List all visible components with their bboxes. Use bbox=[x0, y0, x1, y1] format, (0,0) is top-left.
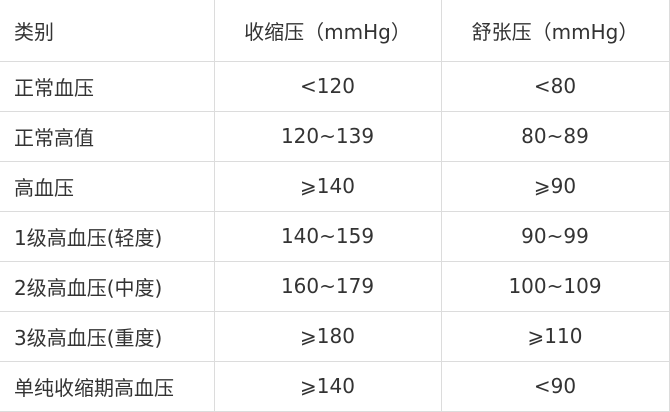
table-row: 正常高值 120~139 80~89 bbox=[0, 110, 670, 162]
systolic-cell: 160~179 bbox=[213, 260, 442, 312]
table-row: 3级高血压(重度) ⩾180 ⩾110 bbox=[0, 310, 670, 362]
header-category: 类别 bbox=[0, 0, 215, 62]
category-cell: 单纯收缩期高血压 bbox=[0, 360, 215, 412]
table-row: 单纯收缩期高血压 ⩾140 <90 bbox=[0, 360, 670, 412]
table-row: 2级高血压(中度) 160~179 100~109 bbox=[0, 260, 670, 312]
diastolic-cell: 100~109 bbox=[440, 260, 670, 312]
category-cell: 2级高血压(中度) bbox=[0, 260, 215, 312]
category-cell: 正常高值 bbox=[0, 110, 215, 162]
systolic-cell: ⩾140 bbox=[213, 160, 442, 212]
header-systolic: 收缩压（mmHg） bbox=[213, 0, 442, 62]
category-cell: 正常血压 bbox=[0, 60, 215, 112]
category-cell: 1级高血压(轻度) bbox=[0, 210, 215, 262]
diastolic-cell: <80 bbox=[440, 60, 670, 112]
systolic-cell: <120 bbox=[213, 60, 442, 112]
systolic-cell: ⩾180 bbox=[213, 310, 442, 362]
diastolic-cell: 80~89 bbox=[440, 110, 670, 162]
table-header: 类别 收缩压（mmHg） 舒张压（mmHg） bbox=[0, 0, 670, 62]
header-row: 类别 收缩压（mmHg） 舒张压（mmHg） bbox=[0, 0, 670, 62]
header-diastolic: 舒张压（mmHg） bbox=[440, 0, 670, 62]
table-row: 1级高血压(轻度) 140~159 90~99 bbox=[0, 210, 670, 262]
category-cell: 3级高血压(重度) bbox=[0, 310, 215, 362]
systolic-cell: ⩾140 bbox=[213, 360, 442, 412]
diastolic-cell: <90 bbox=[440, 360, 670, 412]
table-body: 正常血压 <120 <80 正常高值 120~139 80~89 高血压 ⩾14… bbox=[0, 60, 670, 412]
diastolic-cell: 90~99 bbox=[440, 210, 670, 262]
table-row: 正常血压 <120 <80 bbox=[0, 60, 670, 112]
diastolic-cell: ⩾90 bbox=[440, 160, 670, 212]
systolic-cell: 140~159 bbox=[213, 210, 442, 262]
blood-pressure-table: 类别 收缩压（mmHg） 舒张压（mmHg） 正常血压 <120 <80 正常高… bbox=[0, 0, 670, 412]
category-cell: 高血压 bbox=[0, 160, 215, 212]
table-row: 高血压 ⩾140 ⩾90 bbox=[0, 160, 670, 212]
diastolic-cell: ⩾110 bbox=[440, 310, 670, 362]
systolic-cell: 120~139 bbox=[213, 110, 442, 162]
